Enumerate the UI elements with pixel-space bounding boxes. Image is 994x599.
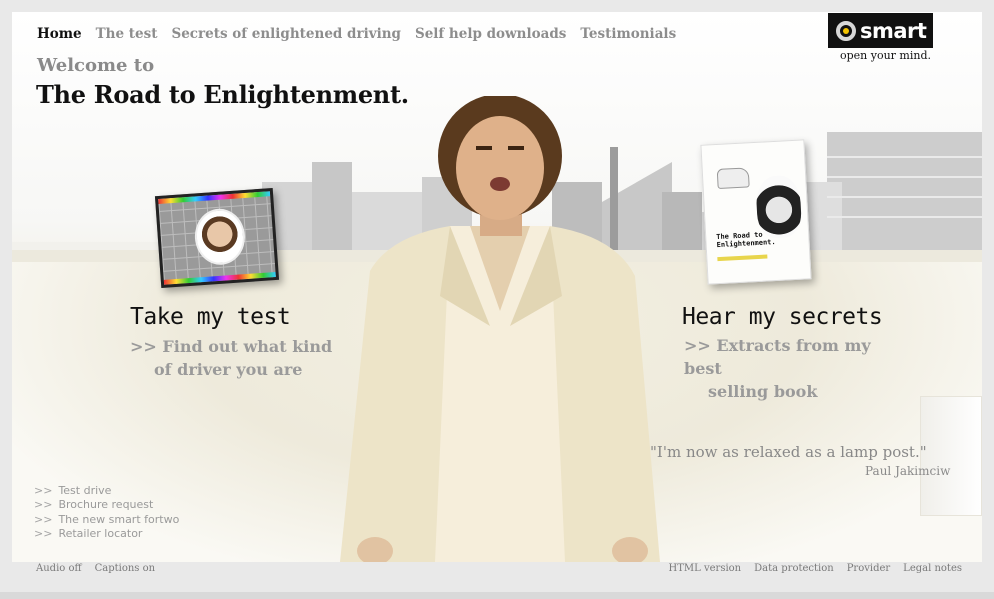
bottom-band: [0, 592, 994, 599]
nav-item-downloads[interactable]: Self help downloads: [415, 26, 566, 42]
footer-left-controls: Audio off Captions on: [36, 563, 155, 574]
book-portrait: [755, 174, 803, 239]
hear-secrets-title[interactable]: Hear my secrets: [682, 304, 883, 330]
footer-links: HTML version Data protection Provider Le…: [669, 563, 962, 574]
arrow-icon: >>: [34, 484, 53, 497]
quick-link-label: Retailer locator: [58, 526, 143, 540]
arrow-icon: >>: [34, 498, 53, 512]
nav-item-secrets[interactable]: Secrets of enlightened driving: [171, 26, 401, 42]
logo-tagline: open your mind.: [840, 49, 932, 62]
quick-link-fortwo[interactable]: >> The new smart fortwo: [34, 513, 179, 527]
nav-item-home[interactable]: Home: [37, 26, 82, 42]
take-test-line2: of driver you are: [154, 360, 303, 379]
smart-logo-icon: [836, 20, 856, 41]
arrow-icon: >>: [34, 512, 53, 526]
welcome-text: Welcome to: [37, 55, 155, 76]
hear-secrets-line1: >> Extracts from my best: [684, 336, 871, 378]
hear-secrets-link[interactable]: >> Extracts from my best selling book: [684, 334, 914, 403]
nav-item-the-test[interactable]: The test: [96, 26, 158, 42]
hear-secrets-line2: selling book: [708, 382, 818, 401]
car-icon: [716, 167, 750, 189]
captions-toggle[interactable]: Captions on: [95, 563, 155, 574]
nav-item-testimonials[interactable]: Testimonials: [580, 26, 676, 42]
quick-link-label: Test drive: [58, 484, 112, 497]
book-cover-image[interactable]: The Road to Enlightenment.: [700, 139, 812, 285]
arrow-icon: >>: [34, 526, 53, 540]
testimonial-quote: "I'm now as relaxed as a lamp post.": [650, 443, 927, 461]
bench-decor: [920, 396, 982, 516]
quick-link-label: The new smart fortwo: [58, 512, 180, 526]
testimonial-author: Paul Jakimciw: [865, 464, 951, 478]
hero-stage: Home The test Secrets of enlightened dri…: [12, 12, 982, 562]
book-title: The Road to Enlightenment.: [716, 230, 776, 250]
book-stripe: [717, 254, 768, 262]
quick-link-label: Brochure request: [58, 498, 154, 512]
footer-bar: Audio off Captions on HTML version Data …: [12, 562, 982, 578]
audio-toggle[interactable]: Audio off: [36, 563, 82, 574]
main-nav: Home The test Secrets of enlightened dri…: [37, 26, 676, 42]
provider-link[interactable]: Provider: [847, 563, 890, 574]
legal-notes-link[interactable]: Legal notes: [903, 563, 962, 574]
logo-text: smart: [860, 18, 927, 43]
test-card-image[interactable]: [154, 187, 280, 289]
html-version-link[interactable]: HTML version: [669, 563, 742, 574]
quick-link-brochure[interactable]: >> Brochure request: [34, 498, 179, 512]
take-test-link[interactable]: >> Find out what kind of driver you are: [130, 335, 350, 381]
presenter-figure: [340, 96, 660, 562]
quick-links-list: >> Test drive >> Brochure request >> The ne…: [34, 484, 179, 541]
smart-logo[interactable]: smart: [828, 13, 933, 48]
take-test-line1: >> Find out what kind: [130, 337, 333, 356]
data-protection-link[interactable]: Data protection: [754, 563, 834, 574]
quick-link-test-drive[interactable]: >> Test drive: [34, 484, 179, 498]
take-test-title[interactable]: Take my test: [130, 304, 291, 330]
quick-link-retailer[interactable]: >> Retailer locator: [34, 527, 179, 541]
